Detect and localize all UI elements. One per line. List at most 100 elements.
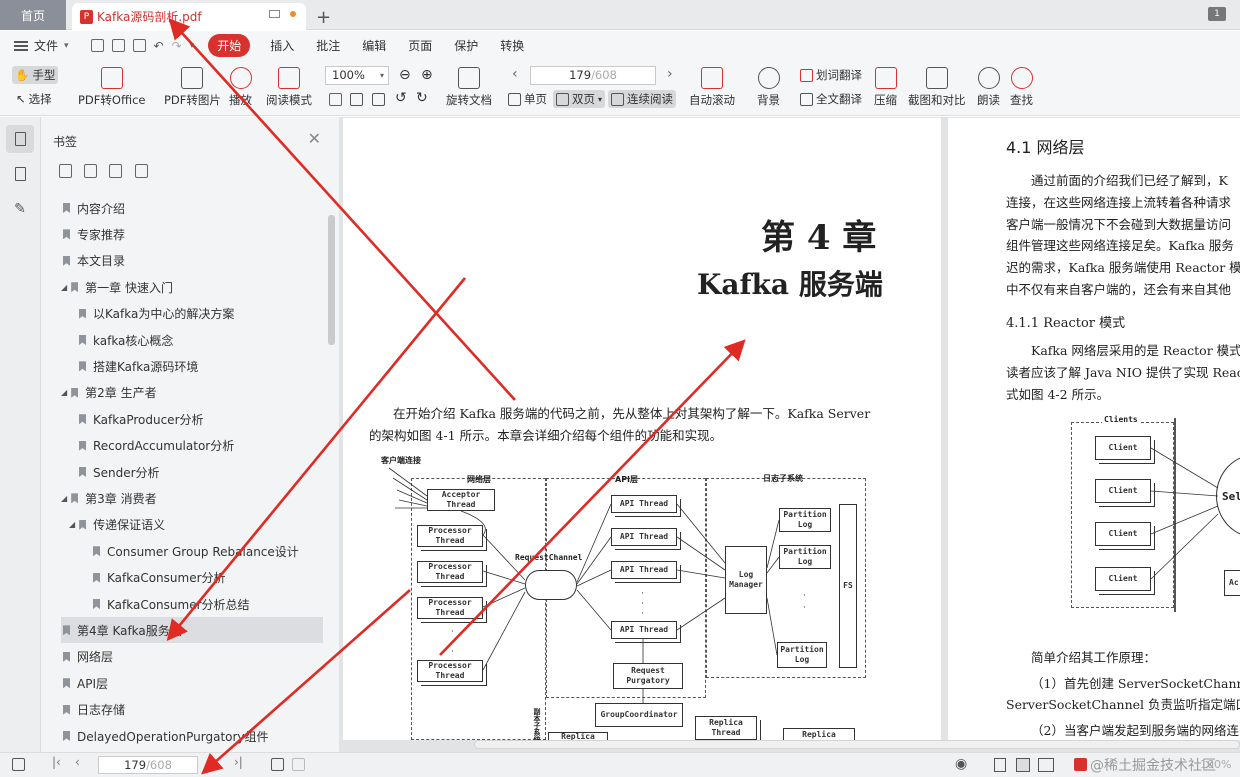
fit-page-icon[interactable] — [350, 93, 363, 106]
bookmark-item[interactable]: 第4章 Kafka服务端 — [61, 617, 323, 644]
continuous-read-button[interactable]: 连续阅读 — [608, 90, 676, 108]
zoom-select[interactable]: 100% ▾ — [325, 66, 389, 85]
print-icon[interactable] — [132, 39, 146, 52]
page-number-input[interactable]: 179/608 — [530, 66, 656, 85]
bookmark-item[interactable]: KafkaConsumer分析总结 — [61, 591, 323, 617]
sidebar-toggle-icon[interactable] — [12, 758, 25, 771]
quick-access-dropdown-icon[interactable]: ▾ — [190, 41, 195, 51]
double-page-button[interactable]: 双页 ▾ — [553, 90, 606, 108]
rotate-document-button[interactable]: 旋转文档 — [446, 67, 492, 108]
bookmark-item[interactable]: API层 — [61, 670, 323, 696]
zoom-out-icon[interactable]: ⊖ — [399, 67, 411, 83]
bookmark-item[interactable]: Sender分析 — [61, 459, 323, 485]
sidebar-scrollbar[interactable] — [328, 215, 335, 345]
expand-bookmark-icon[interactable] — [109, 164, 122, 178]
undo-icon[interactable]: ↶ — [154, 39, 164, 53]
tab-document[interactable]: P Kafka源码剖析.pdf — [72, 3, 306, 30]
bookmark-item[interactable]: kafka核心概念 — [61, 327, 323, 353]
bookmark-item[interactable]: ◢ 传递保证语义 — [61, 512, 323, 538]
delete-bookmark-icon[interactable] — [84, 164, 97, 178]
expand-triangle-icon[interactable]: ◢ — [61, 494, 67, 503]
bookmark-item[interactable]: 网络层 — [61, 644, 323, 670]
hand-tool-button[interactable]: ✋ 手型 — [12, 66, 59, 84]
file-menu[interactable]: 文件 ▾ — [14, 37, 69, 54]
bookmark-item[interactable]: ◢ 第3章 消费者 — [61, 485, 323, 511]
menu-annotate[interactable]: 批注 — [316, 37, 340, 54]
read-aloud-button[interactable]: 朗读 — [977, 67, 1000, 108]
bookmark-item[interactable]: RecordAccumulator分析 — [61, 433, 323, 459]
menu-convert[interactable]: 转换 — [500, 37, 524, 54]
bookmark-item[interactable]: 本文目录 — [61, 248, 323, 274]
expand-triangle-icon[interactable]: ◢ — [69, 520, 75, 529]
menu-page[interactable]: 页面 — [408, 37, 432, 54]
add-bookmark-icon[interactable] — [59, 164, 72, 178]
fit-width-icon[interactable] — [372, 93, 385, 106]
zoom-level[interactable]: 100% — [1200, 758, 1231, 771]
book-view-icon[interactable] — [1038, 758, 1054, 772]
next-page-icon[interactable]: › — [212, 755, 217, 769]
screenshot-compare-button[interactable]: 截图和对比 — [908, 67, 966, 108]
last-page-icon[interactable]: ›| — [234, 755, 243, 769]
background-button[interactable]: 背景 — [757, 67, 780, 108]
status-page-input[interactable]: 179/608 — [98, 756, 198, 774]
expand-triangle-icon[interactable]: ◢ — [61, 388, 67, 397]
full-translate-button[interactable]: 全文翻译 — [800, 91, 862, 107]
menu-edit[interactable]: 编辑 — [362, 37, 386, 54]
pdf-icon[interactable] — [1074, 758, 1087, 771]
actual-size-icon[interactable] — [329, 93, 342, 106]
bookmark-panel-button[interactable] — [6, 125, 34, 153]
next-page-icon[interactable]: › — [667, 66, 673, 82]
compress-button[interactable]: 压缩 — [874, 67, 897, 108]
read-mode-button[interactable]: 阅读模式 — [266, 67, 312, 108]
menu-start[interactable]: 开始 — [208, 34, 251, 57]
menu-insert[interactable]: 插入 — [270, 37, 294, 54]
bookmark-item[interactable]: KafkaConsumer分析 — [61, 565, 323, 591]
pdf-to-image-button[interactable]: PDF转图片 — [164, 67, 221, 108]
bookmark-item[interactable]: DelayedOperationPurgatory组件 — [61, 723, 323, 749]
svg-text:·: · — [641, 599, 644, 609]
bookmark-flag-icon — [79, 361, 86, 372]
single-view-icon[interactable] — [994, 758, 1006, 772]
close-icon[interactable]: ✕ — [308, 129, 321, 148]
expand-triangle-icon[interactable]: ◢ — [61, 283, 67, 292]
bookmark-item[interactable]: 内容介绍 — [61, 195, 323, 221]
collapse-bookmark-icon[interactable] — [135, 164, 148, 178]
return-icon[interactable] — [271, 758, 284, 771]
word-translate-button[interactable]: 划词翻译 — [800, 67, 862, 83]
eye-icon[interactable]: ◉ — [955, 756, 967, 772]
thumbnail-panel-button[interactable] — [6, 160, 34, 188]
rotate-left-icon[interactable]: ↺ — [395, 90, 407, 106]
bookmark-item[interactable]: KafkaProducer分析 — [61, 406, 323, 432]
tab-home[interactable]: 首页 — [0, 0, 66, 30]
rotate-right-icon[interactable]: ↻ — [416, 90, 428, 106]
horizontal-scrollbar[interactable] — [474, 740, 1240, 749]
bookmark-item[interactable]: 搭建Kafka源码环境 — [61, 353, 323, 379]
single-page-button[interactable]: 单页 — [508, 91, 547, 107]
play-button[interactable]: 播放 — [229, 67, 252, 108]
annotation-panel-button[interactable]: ✎ — [6, 195, 34, 223]
prev-page-icon[interactable]: ‹ — [75, 755, 80, 769]
menu-protect[interactable]: 保护 — [454, 37, 478, 54]
bookmark-item[interactable]: 日志存储 — [61, 697, 323, 723]
new-tab-button[interactable]: + — [316, 4, 331, 31]
zoom-in-icon[interactable]: ⊕ — [421, 67, 433, 83]
forward-icon[interactable] — [292, 758, 305, 771]
save-icon[interactable] — [111, 39, 125, 52]
redo-icon[interactable]: ↷ — [172, 39, 182, 53]
bookmark-item[interactable]: ◢ 第一章 快速入门 — [61, 274, 323, 300]
open-folder-icon[interactable] — [90, 39, 104, 52]
search-button[interactable]: 查找 — [1010, 67, 1033, 108]
auto-scroll-button[interactable]: 自动滚动 — [689, 67, 735, 108]
bookmark-item[interactable]: 以Kafka为中心的解决方案 — [61, 301, 323, 327]
bookmark-item[interactable]: Consumer Group Rebalance设计 — [61, 538, 323, 564]
double-view-icon[interactable] — [1016, 758, 1030, 772]
image-icon — [181, 67, 204, 89]
window-count-badge[interactable]: 1 — [1208, 7, 1226, 21]
pdf-to-office-button[interactable]: PDF转Office — [78, 67, 145, 108]
bookmark-item[interactable]: ◢ 第2章 生产者 — [61, 380, 323, 406]
first-page-icon[interactable]: |‹ — [52, 755, 61, 769]
select-tool-button[interactable]: ↖ 选择 — [16, 91, 52, 107]
prev-page-icon[interactable]: ‹ — [512, 66, 518, 82]
monitor-icon[interactable] — [269, 10, 280, 18]
bookmark-item[interactable]: 专家推荐 — [61, 221, 323, 247]
